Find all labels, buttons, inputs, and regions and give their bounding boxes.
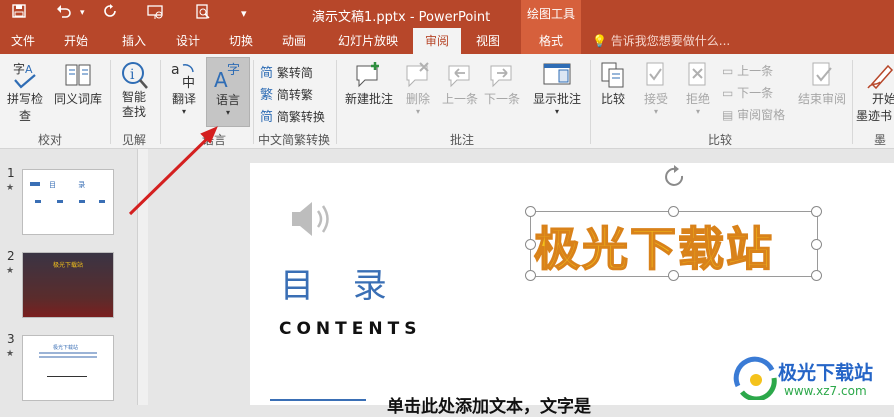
watermark-url: www.xz7.com	[784, 384, 867, 398]
annotation-arrow	[128, 126, 218, 216]
watermark-logo: 极光下载站 www.xz7.com	[728, 352, 894, 405]
watermark-emblem-icon	[733, 356, 777, 400]
watermark-name: 极光下载站	[778, 362, 874, 384]
